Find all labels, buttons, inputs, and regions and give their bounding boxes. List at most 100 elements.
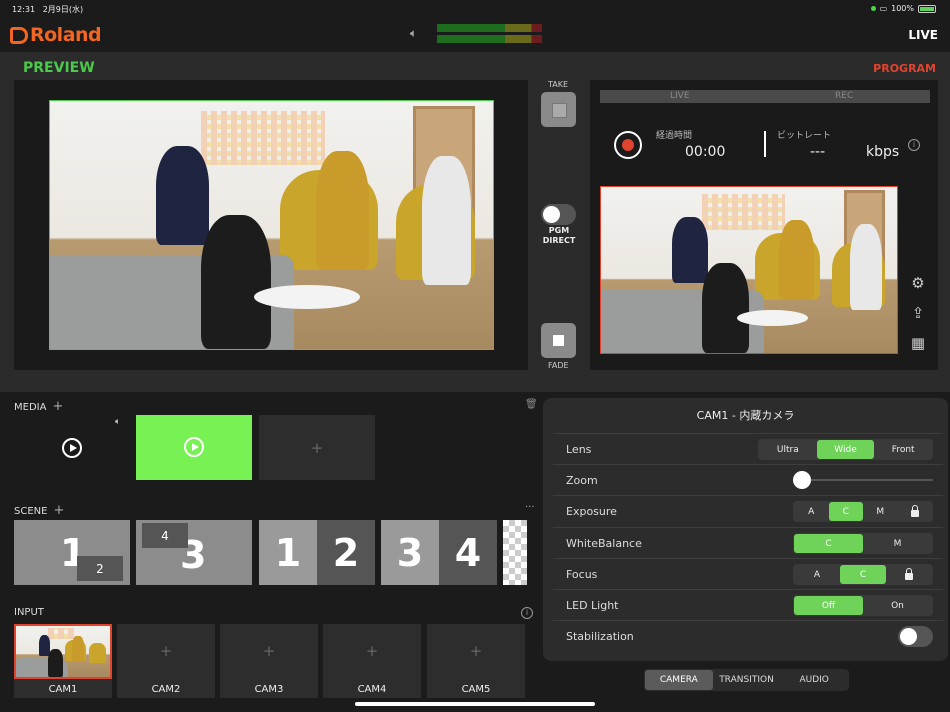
program-video: [600, 186, 898, 354]
media-play-icon[interactable]: [62, 438, 82, 458]
led-off-button[interactable]: Off: [794, 596, 863, 615]
preview-video[interactable]: [49, 100, 494, 350]
elapsed-time-value: 00:00: [685, 144, 726, 160]
audio-meter-left: [437, 24, 542, 32]
program-title: PROGRAM: [873, 62, 936, 75]
take-label: TAKE: [548, 80, 569, 89]
screen-mirror-icon: ▭: [879, 4, 888, 13]
battery-icon: [918, 4, 936, 13]
bitrate-unit: kbps: [866, 144, 900, 160]
plus-icon: +: [310, 438, 324, 457]
cam5-label: CAM5: [461, 684, 491, 695]
camera-in-use-icon: [870, 6, 876, 11]
whitebalance-row: WhiteBalance C M: [553, 527, 943, 558]
more-icon[interactable]: ···: [525, 502, 535, 513]
tab-transition[interactable]: TRANSITION: [713, 670, 781, 690]
battery-percent: 100%: [891, 4, 914, 13]
whitebalance-m-button[interactable]: M: [863, 534, 932, 553]
live-rec-status-bar: LIVE REC: [600, 90, 930, 103]
status-date: 2月9日(水): [42, 5, 84, 14]
tab-camera[interactable]: CAMERA: [645, 670, 713, 690]
led-selector: Off On: [793, 595, 933, 616]
scene-item-1[interactable]: 1 2: [14, 520, 130, 585]
rec-status-label: REC: [835, 91, 854, 101]
app-root: 12:31 2月9日(水) ▭ 100% Roland 🔈︎ LIVE PREV…: [0, 0, 950, 712]
pgm-direct-label: PGM DIRECT: [542, 226, 576, 245]
record-button[interactable]: [614, 131, 642, 159]
exposure-a-button[interactable]: A: [794, 502, 829, 521]
bitrate-label: ビットレート: [777, 131, 832, 141]
input-section-title: INPUT: [14, 607, 44, 618]
stabilization-row: Stabilization: [553, 620, 943, 651]
led-on-button[interactable]: On: [863, 596, 932, 615]
plus-icon: +: [469, 642, 483, 660]
take-button[interactable]: [541, 92, 576, 127]
add-media-plus-icon[interactable]: +: [52, 399, 63, 414]
exposure-m-button[interactable]: M: [863, 502, 898, 521]
share-icon[interactable]: ⇪: [909, 304, 927, 322]
lens-row: Lens Ultra Wide Front: [553, 433, 943, 464]
status-bar: 12:31 2月9日(水) ▭ 100%: [0, 0, 950, 18]
scene-item-5[interactable]: [503, 520, 527, 585]
media-slot-empty[interactable]: +: [259, 415, 375, 480]
trash-icon[interactable]: 🗑︎: [525, 399, 538, 410]
bitrate-value: ---: [810, 144, 826, 160]
focus-selector: A C: [793, 564, 933, 585]
cam2-label: CAM2: [151, 684, 181, 695]
grid-layout-icon[interactable]: ▦: [909, 334, 927, 352]
cam4-label: CAM4: [357, 684, 387, 695]
scene-item-2[interactable]: 3 4: [136, 520, 252, 585]
fade-label: FADE: [548, 361, 569, 370]
tab-audio[interactable]: AUDIO: [780, 670, 848, 690]
add-scene-plus-icon[interactable]: +: [53, 503, 64, 518]
plus-icon: +: [262, 642, 276, 660]
pgm-direct-toggle[interactable]: [541, 204, 576, 225]
whitebalance-c-button[interactable]: C: [794, 534, 863, 553]
status-time: 12:31: [12, 5, 36, 14]
media-slot-green[interactable]: [136, 415, 252, 480]
focus-c-button[interactable]: C: [840, 565, 886, 584]
lens-wide-button[interactable]: Wide: [816, 440, 875, 459]
play-icon: [184, 437, 204, 457]
plus-icon: +: [159, 642, 173, 660]
led-row: LED Light Off On: [553, 589, 943, 620]
lens-selector: Ultra Wide Front: [758, 439, 933, 460]
lens-ultra-button[interactable]: Ultra: [759, 440, 817, 459]
cam1-label: CAM1: [48, 684, 78, 695]
media-audio-icon[interactable]: 🔈︎: [115, 417, 120, 427]
audio-level-meter: [437, 24, 542, 46]
preview-title: PREVIEW: [23, 60, 95, 76]
divider: [764, 131, 766, 157]
exposure-selector: A C M: [793, 501, 933, 522]
focus-a-button[interactable]: A: [794, 565, 840, 584]
plus-icon: +: [365, 642, 379, 660]
lock-icon: [910, 504, 919, 517]
live-status-label: LIVE: [670, 91, 690, 101]
whitebalance-selector: C M: [793, 533, 933, 554]
zoom-slider-track[interactable]: [803, 479, 933, 481]
elapsed-time-label: 経過時間: [656, 131, 693, 141]
scene-section-title: SCENE +: [14, 503, 65, 518]
exposure-lock-button[interactable]: [898, 502, 933, 521]
media-section-title: MEDIA +: [14, 399, 64, 414]
live-mode-button[interactable]: LIVE: [908, 28, 938, 42]
exposure-c-button[interactable]: C: [828, 502, 863, 521]
zoom-slider-knob[interactable]: [793, 471, 811, 489]
focus-lock-button[interactable]: [886, 565, 932, 584]
stream-info-icon[interactable]: i: [908, 139, 920, 151]
bottom-tab-bar: CAMERA TRANSITION AUDIO: [644, 669, 849, 691]
fade-button[interactable]: [541, 323, 576, 358]
cam1-thumbnail: [14, 624, 112, 679]
home-indicator[interactable]: [355, 702, 595, 706]
stabilization-toggle[interactable]: [898, 626, 933, 647]
speaker-icon[interactable]: 🔈︎: [410, 26, 417, 41]
zoom-row: Zoom: [553, 464, 943, 495]
lens-front-button[interactable]: Front: [874, 440, 932, 459]
camera-panel-title: CAM1 - 内蔵カメラ: [696, 409, 795, 422]
gear-icon[interactable]: ⚙: [909, 274, 927, 292]
scene-item-4[interactable]: 3 4: [381, 520, 497, 585]
scene-item-3[interactable]: 1 2: [259, 520, 375, 585]
roland-logo-mark-icon: [10, 26, 28, 44]
focus-row: Focus A C: [553, 558, 943, 589]
input-info-icon[interactable]: i: [521, 607, 533, 619]
